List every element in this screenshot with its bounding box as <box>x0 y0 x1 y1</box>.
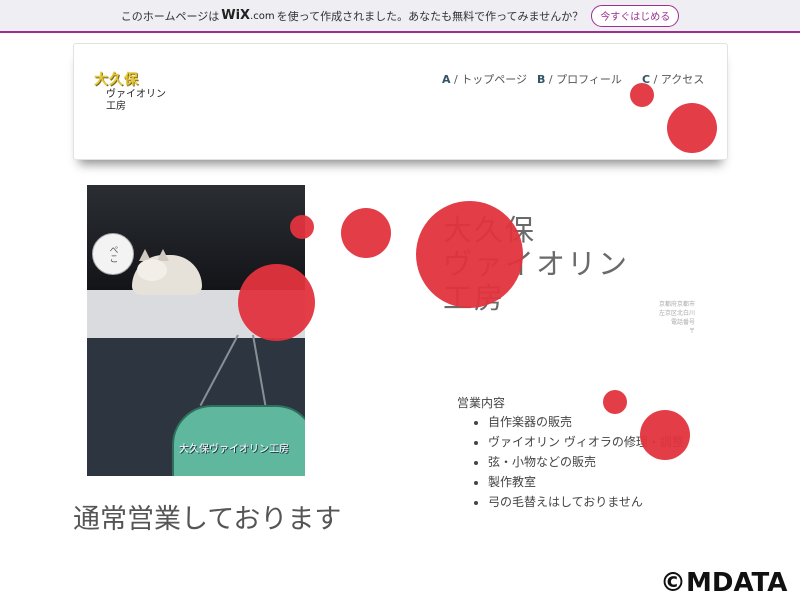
photo-sign-text: 大久保ヴァイオリン工房 <box>179 444 289 455</box>
photo-speech-bubble: ぺこ <box>92 233 134 275</box>
red-dot-decoration <box>630 83 654 107</box>
site-logo[interactable]: 大久保 ヴァイオリン 工房 <box>94 69 184 113</box>
address-line: 〒 <box>688 328 695 335</box>
red-dot-decoration <box>603 390 627 414</box>
photo-cat-face <box>137 259 167 281</box>
wix-logo[interactable]: WiX.com <box>221 8 274 23</box>
photo-cat-ear <box>157 249 169 261</box>
red-dot-decoration <box>341 208 391 258</box>
service-item: 製作教室 <box>488 472 684 492</box>
red-dot-decoration <box>238 264 315 341</box>
nav-item-top-page[interactable]: A / トップページ <box>442 71 527 87</box>
site-logo-line3: 工房 <box>106 101 126 112</box>
services-heading: 営業内容 <box>457 396 506 410</box>
wix-banner-text-after: を使って作成されました。あなたも無料で作ってみませんか？ <box>276 9 584 23</box>
shop-address: 京都府京都市 左京区北白川 電話番号 〒 <box>615 300 695 336</box>
nav-item-profile[interactable]: B / プロフィール <box>537 71 622 87</box>
address-line: 電話番号 <box>670 319 695 326</box>
red-dot-decoration <box>290 215 314 239</box>
nav-item-access[interactable]: C / アクセス <box>642 71 704 87</box>
address-line: 京都府京都市 <box>658 301 695 308</box>
copyright-watermark: ©MDATA <box>660 568 788 598</box>
site-logo-line2: ヴァイオリン <box>106 89 166 100</box>
red-dot-decoration <box>640 410 690 460</box>
wix-banner: このホームページは WiX.com を使って作成されました。あなたも無料で作って… <box>0 0 800 33</box>
site-logo-line1: 大久保 <box>94 72 139 88</box>
service-item: 弓の毛替えはしておりません <box>488 492 684 512</box>
red-dot-decoration <box>416 201 523 308</box>
address-line: 左京区北白川 <box>658 310 695 317</box>
red-dot-decoration <box>667 103 717 153</box>
wix-banner-text-before: このホームページは <box>120 9 220 23</box>
site-header: 大久保 ヴァイオリン 工房 A / トップページ B / プロフィール C / … <box>73 43 728 160</box>
start-now-button[interactable]: 今すぐはじめる <box>591 4 680 27</box>
business-notice: 通常営業しております <box>73 504 342 535</box>
